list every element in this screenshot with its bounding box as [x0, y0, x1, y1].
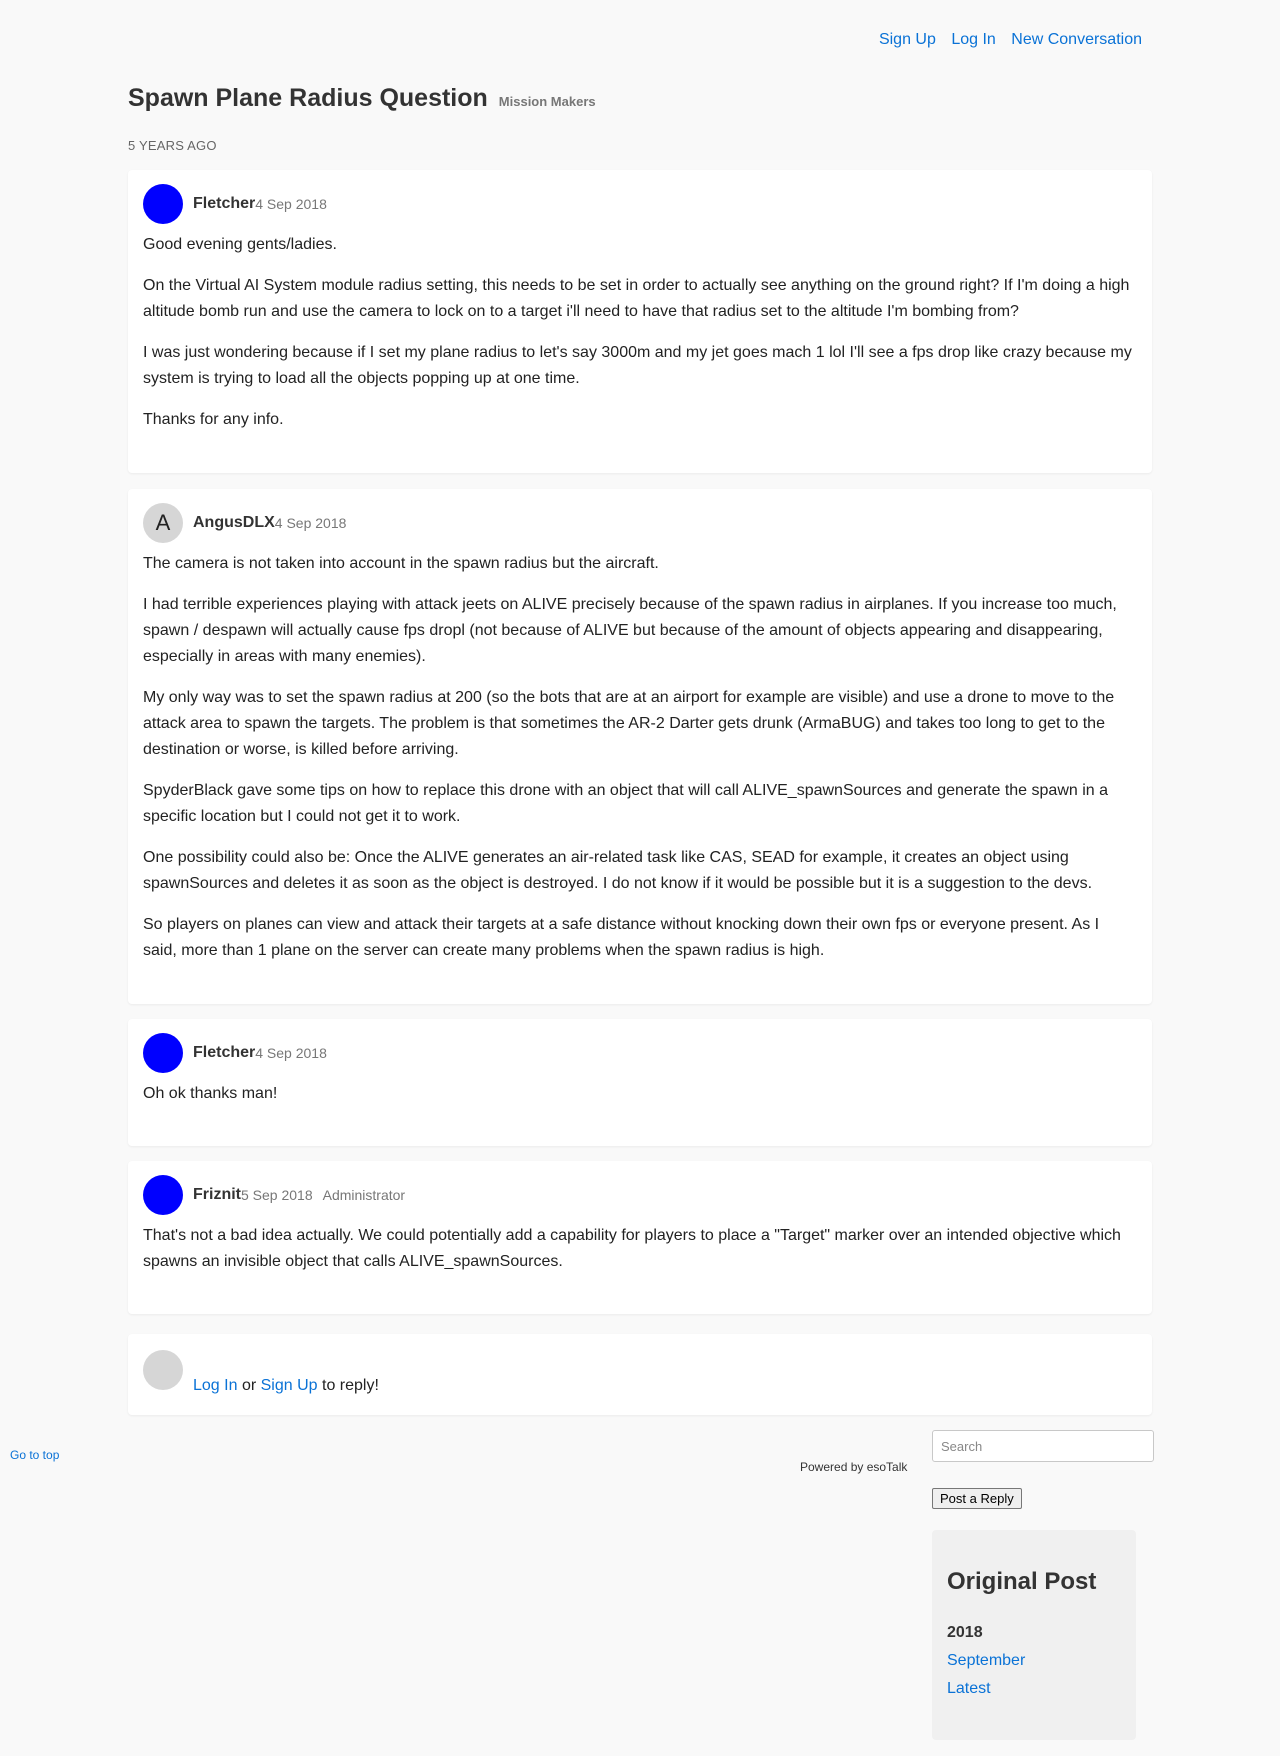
post-paragraph: SpyderBlack gave some tips on how to rep…: [143, 782, 1109, 825]
reply-suffix-text: to reply!: [322, 1377, 379, 1394]
log-in-link[interactable]: Log In: [951, 31, 995, 48]
avatar[interactable]: [143, 184, 183, 224]
reply-sign-up-link[interactable]: Sign Up: [261, 1377, 318, 1394]
post-paragraph: On the Virtual AI System module radius s…: [143, 277, 1130, 320]
reply-log-in-link[interactable]: Log In: [193, 1377, 237, 1394]
post-paragraph: One possibility could also be: Once the …: [143, 849, 1093, 892]
top-nav: Sign Up Log In New Conversation: [868, 31, 1142, 49]
post-paragraph: The camera is not taken into account in …: [143, 555, 659, 572]
timeline-year: 2018: [947, 1624, 983, 1641]
post-paragraph: I had terrible experiences playing with …: [143, 596, 1117, 665]
post-paragraph: I was just wondering because if I set my…: [143, 344, 1132, 387]
timeline-month-link[interactable]: September: [947, 1652, 1121, 1670]
post-paragraph: My only way was to set the spawn radius …: [143, 689, 1115, 758]
user-role-badge: Administrator: [322, 1187, 406, 1203]
post: Fletcher 4 Sep 2018 Good evening gents/l…: [128, 170, 1152, 473]
post-date: 4 Sep 2018: [274, 515, 347, 531]
post-body: Oh ok thanks man!: [143, 1073, 1137, 1107]
post-username[interactable]: Friznit: [193, 1186, 241, 1204]
post-paragraph: Thanks for any info.: [143, 411, 284, 428]
post-body: That's not a bad idea actually. We could…: [143, 1215, 1137, 1275]
post-reply-button[interactable]: Post a Reply: [932, 1488, 1022, 1509]
timeline-scrubber: Original Post 2018 September Latest: [932, 1530, 1136, 1740]
post-date: 4 Sep 2018: [255, 196, 327, 212]
conversation-age: 5 YEARS AGO: [128, 138, 217, 153]
timeline-latest-link[interactable]: Latest: [947, 1680, 1121, 1698]
post: A AngusDLX 4 Sep 2018 The camera is not …: [128, 489, 1152, 1004]
reply-prompt: Log In or Sign Up to reply!: [193, 1377, 379, 1395]
avatar: [143, 1350, 183, 1390]
post-paragraph: So players on planes can view and attack…: [143, 916, 1100, 959]
post-paragraph: Good evening gents/ladies.: [143, 236, 337, 253]
post-username[interactable]: Fletcher: [193, 195, 255, 213]
post-paragraph: That's not a bad idea actually. We could…: [143, 1227, 1121, 1270]
page-title: Spawn Plane Radius Question: [128, 84, 488, 112]
channel-tag[interactable]: Mission Makers: [499, 94, 596, 109]
avatar[interactable]: [143, 1033, 183, 1073]
post-date: 4 Sep 2018: [255, 1045, 327, 1061]
conversation-header: Spawn Plane Radius Question Mission Make…: [128, 84, 596, 113]
reply-box: Log In or Sign Up to reply!: [128, 1334, 1152, 1415]
go-to-top-link[interactable]: Go to top: [10, 1448, 59, 1462]
avatar[interactable]: A: [143, 503, 183, 543]
avatar[interactable]: [143, 1175, 183, 1215]
search-input[interactable]: [932, 1430, 1154, 1462]
powered-by-text: Powered by esoTalk: [800, 1460, 908, 1474]
post: Fletcher 4 Sep 2018 Oh ok thanks man!: [128, 1019, 1152, 1146]
post-date: 5 Sep 2018: [241, 1187, 313, 1203]
post-username[interactable]: Fletcher: [193, 1044, 255, 1062]
post-username[interactable]: AngusDLX: [193, 514, 275, 532]
post-body: The camera is not taken into account in …: [143, 543, 1137, 964]
post-body: Good evening gents/ladies. On the Virtua…: [143, 224, 1137, 433]
timeline-heading[interactable]: Original Post: [947, 1568, 1121, 1596]
post: Friznit 5 Sep 2018 Administrator That's …: [128, 1161, 1152, 1314]
reply-or-text: or: [241, 1377, 257, 1394]
post-paragraph: Oh ok thanks man!: [143, 1085, 278, 1102]
new-conversation-link[interactable]: New Conversation: [1011, 31, 1142, 48]
sign-up-link[interactable]: Sign Up: [879, 31, 936, 48]
